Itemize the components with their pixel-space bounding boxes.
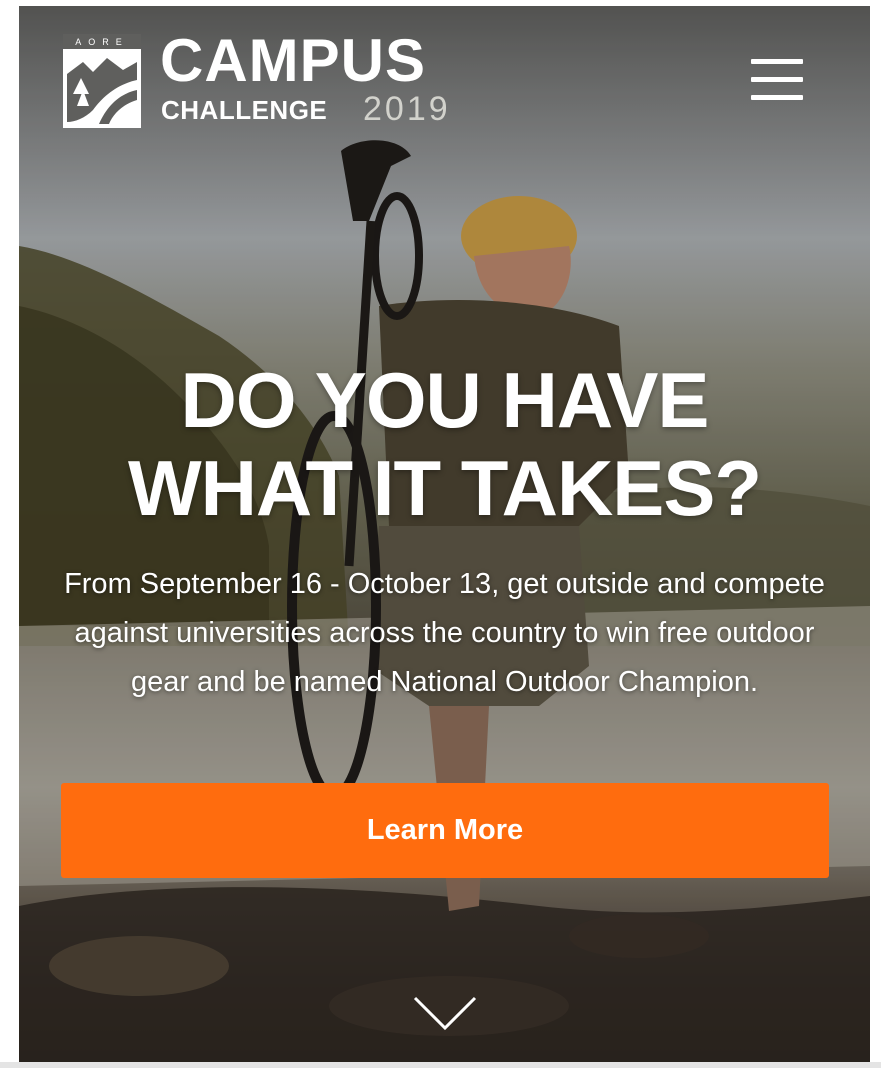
headline-line-2: WHAT IT TAKES?: [127, 444, 762, 532]
emblem-text: AORE: [75, 37, 129, 47]
hero-description: From September 16 - October 13, get outs…: [64, 568, 825, 698]
campus-challenge-logo[interactable]: AORE CAMPUS CHALLENGE 2019: [63, 30, 448, 132]
menu-button[interactable]: [749, 58, 805, 104]
chevron-down-icon[interactable]: [412, 994, 478, 1034]
brand-subtitle: CHALLENGE: [161, 95, 328, 125]
hamburger-menu-icon: [751, 59, 803, 64]
brand-year: 2019: [363, 90, 451, 128]
bottom-divider: [0, 1062, 881, 1068]
hero-headline: DO YOU HAVE WHAT IT TAKES?: [19, 356, 870, 532]
headline-line-1: DO YOU HAVE: [180, 356, 710, 444]
learn-more-button[interactable]: Learn More: [61, 783, 829, 878]
brand-title: CAMPUS: [160, 27, 427, 94]
hero-section: AORE CAMPUS CHALLENGE 2019 DO YOU HAVE W…: [19, 6, 870, 1062]
hero-overlay: [19, 6, 870, 1062]
aore-emblem-icon: [63, 34, 141, 128]
